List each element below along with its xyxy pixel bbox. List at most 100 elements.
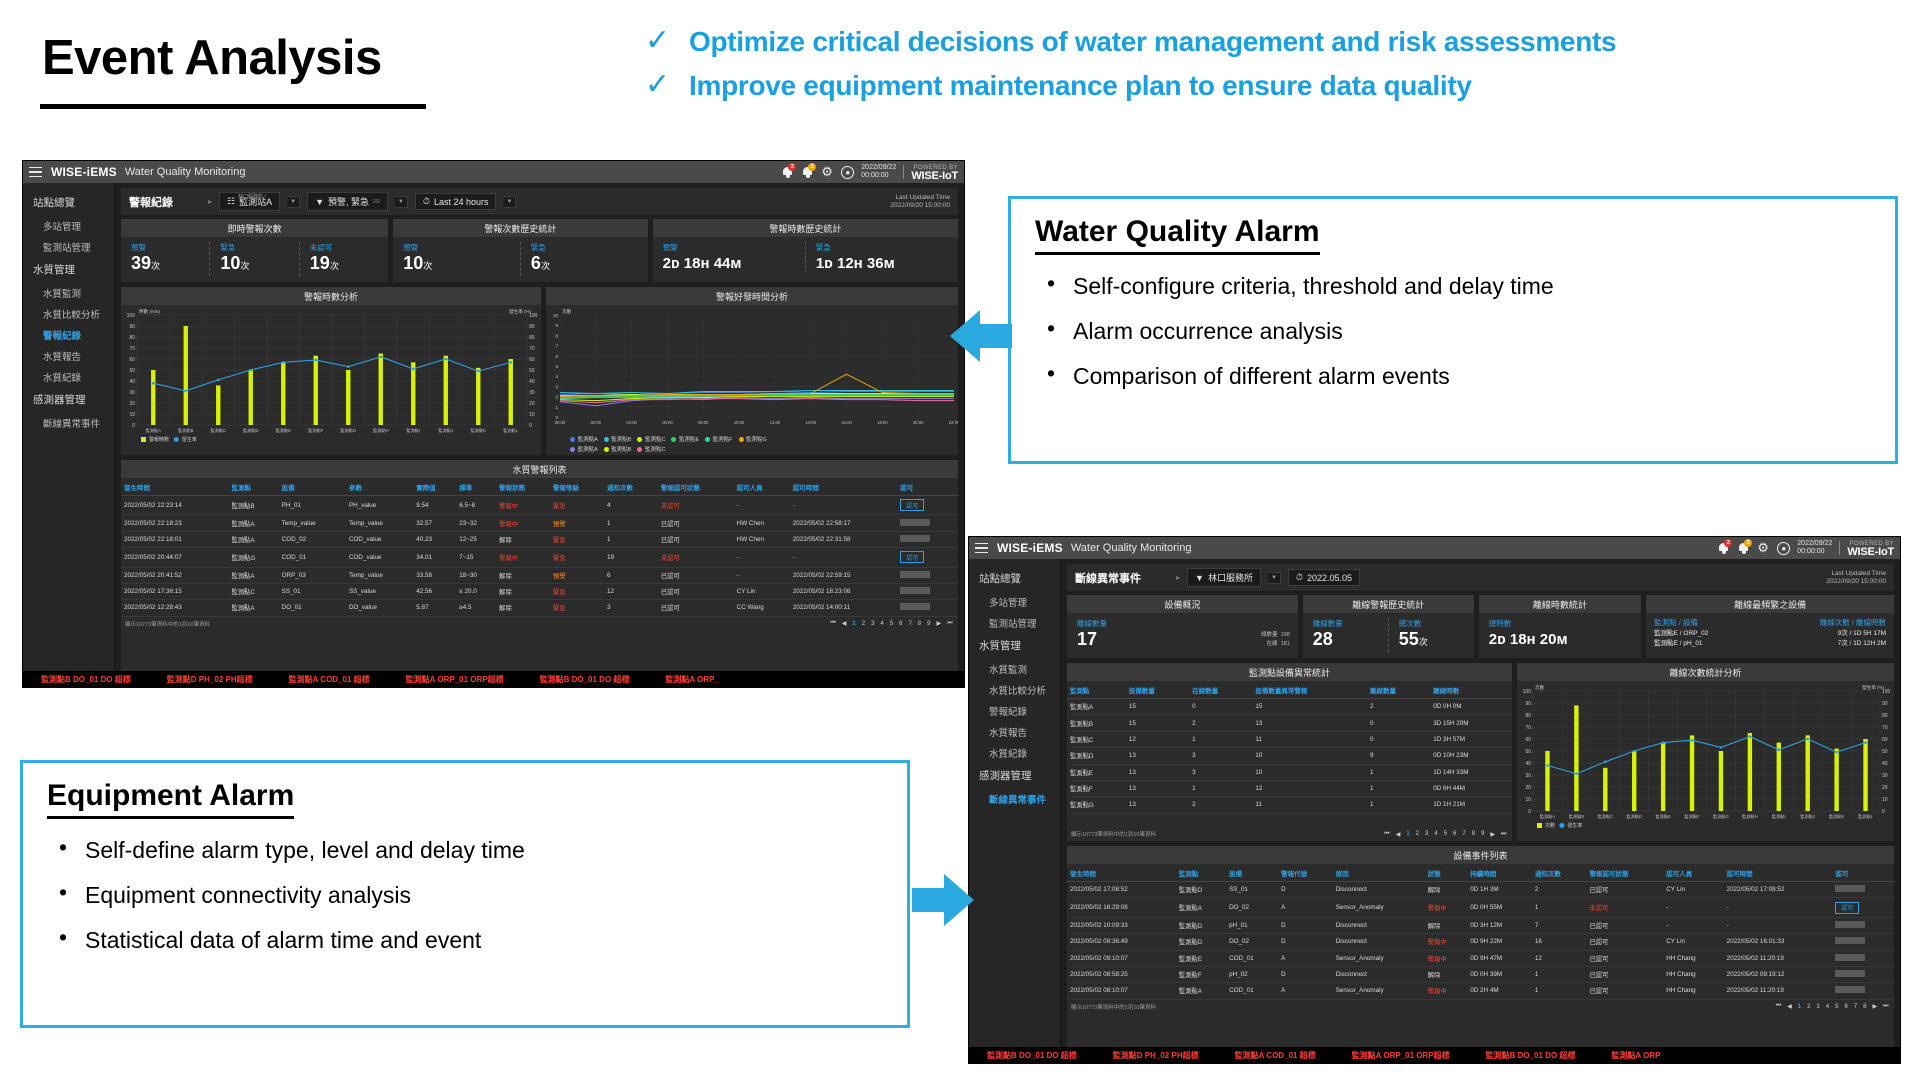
pager-page[interactable]: 6 [1452,831,1458,837]
pager-page[interactable]: 8 [1862,1004,1868,1010]
pager-page[interactable]: 7 [907,621,913,627]
table-row[interactable]: 監測點C 12 1 11 0 1D 3H 57M [1067,731,1512,749]
warning-bell-icon[interactable]: 2 [801,163,817,179]
pager-first[interactable]: ⏮ [1383,831,1391,838]
acknowledge-button[interactable]: 認可 [1835,901,1860,914]
hamburger-icon[interactable] [29,166,42,178]
table-cell[interactable] [1832,933,1894,951]
pager-page[interactable]: 2 [860,621,866,627]
table-row[interactable]: 2022/05/02 22:23:14 監測點B PH_01 PH_value 9.54… [121,495,958,516]
site-dropdown-arrow[interactable]: ▼ [1267,571,1281,584]
pager-page[interactable]: 3 [870,621,876,627]
pager-prev[interactable]: ◀ [840,620,848,627]
table-row[interactable]: 2022/05/02 16:29:08 監測點A DO_02 A Sensor_Anom… [1067,897,1894,918]
pager-page[interactable]: 4 [1824,1004,1830,1010]
table-cell[interactable] [1832,966,1894,984]
sidebar-item-wq-record[interactable]: 水質紀錄 [23,366,114,387]
sidebar-item-disconnect-event[interactable]: 斷線異常事件 [23,412,114,433]
sidebar-group-water-quality[interactable]: 水質管理 [23,257,114,282]
sidebar-item-disconnect-event[interactable]: 斷線異常事件 [969,788,1060,809]
equipment-event-table[interactable]: 發生時間 監測點 設備 警報代號 原因 狀態 持續時間 通知次數 警報認可狀態 認可人員 認可時間認… [1067,864,1894,1000]
sidebar-item-multi-site[interactable]: 多站管理 [969,591,1060,612]
table-pager[interactable]: ⏮ ◀ 1 2 3 4 5 6 7 8 9 ▶ ⏭ [829,620,954,627]
account-icon[interactable]: ● [1777,541,1791,555]
sidebar-item-wq-compare[interactable]: 水質比較分析 [969,679,1060,700]
pager-first[interactable]: ⏮ [829,620,837,627]
sidebar-item-wq-report[interactable]: 水質報告 [23,345,114,366]
table-row[interactable]: 2022/05/02 17:36:15 監測點C SS_01 SS_value 42.5… [121,583,958,601]
table-row[interactable]: 2022/05/02 22:18:23 監測點A Temp_value Temp_va… [121,514,958,532]
equipment-anomaly-table[interactable]: 監測點 設備數量 在線數量 設備數量異常警報 離線數量 離線時數 監測點A 15 0 15 2 0D … [1067,681,1512,814]
sidebar-item-wq-report[interactable]: 水質報告 [969,721,1060,742]
pager-last[interactable]: ⏭ [946,620,954,627]
pager-page[interactable]: 5 [1442,831,1448,837]
table-cell[interactable] [1832,950,1894,967]
table-cell[interactable] [897,583,958,601]
sidebar-item-alarm-log[interactable]: 警報紀錄 [23,324,114,345]
table-row[interactable]: 2022/05/02 09:36:49 監測點D DO_02 D Disconnect 警… [1067,933,1894,951]
sidebar-item-station-mgmt[interactable]: 監測站管理 [23,236,114,257]
acknowledge-button[interactable]: 認可 [900,551,925,564]
table-pager[interactable]: ⏮ ◀ 1 2 3 4 5 6 7 8 9 ▶ ⏭ [1383,831,1508,838]
time-dropdown-arrow[interactable]: ▼ [503,195,517,208]
pager-last[interactable]: ⏭ [1500,831,1508,838]
table-cell[interactable]: 認可 [897,547,958,568]
site-dropdown-arrow[interactable]: ▼ [287,195,301,208]
sidebar-group-site-overview[interactable]: 站點總覽 [23,190,114,215]
dash1-sidebar[interactable]: 站點總覽 多站管理 監測站管理 水質管理 水質監測 水質比較分析 警報紀錄 水質… [23,183,115,687]
acknowledge-button[interactable]: 認可 [900,499,925,512]
table-row[interactable]: 監測點F 13 1 12 1 0D 6H 44M [1067,780,1512,798]
pager-next[interactable]: ▶ [1489,831,1497,838]
sidebar-item-wq-record[interactable]: 水質紀錄 [969,742,1060,763]
table-row[interactable]: 2022/05/02 09:10:07 監測點E COD_01 A Sensor_Ano… [1067,950,1894,967]
table-cell[interactable] [1832,881,1894,899]
pager-prev[interactable]: ◀ [1394,831,1402,838]
table-row[interactable]: 2022/05/02 17:08:52 監測點D SS_01 D Disconnect 解… [1067,881,1894,899]
pager-page[interactable]: 8 [1470,831,1476,837]
pager-page[interactable]: 5 [1834,1004,1840,1010]
sidebar-item-wq-monitor[interactable]: 水質監測 [23,282,114,303]
table-pager[interactable]: ⏮ ◀ 1 2 3 4 5 6 7 8 ▶ ⏭ [1774,1003,1890,1010]
table-row[interactable]: 監測點D 13 3 10 9 0D 10H 23M [1067,747,1512,765]
site-filter-chip[interactable]: ▼ 林口服務所 [1187,568,1261,587]
table-row[interactable]: 2022/05/02 20:44:07 監測點G COD_01 COD_value 34… [121,547,958,568]
warning-bell-icon[interactable]: 2 [1737,539,1753,555]
table-row[interactable]: 2022/05/02 08:58:25 監測點F pH_02 D Disconnect 解… [1067,966,1894,984]
pager-last[interactable]: ⏭ [1882,1003,1890,1010]
table-cell[interactable] [897,531,958,549]
alert-bell-icon[interactable]: 2 [781,163,797,179]
sidebar-item-wq-compare[interactable]: 水質比較分析 [23,303,114,324]
sidebar-item-alarm-log[interactable]: 警報紀錄 [969,700,1060,721]
pager-first[interactable]: ⏮ [1774,1003,1782,1010]
pager-page[interactable]: 7 [1461,831,1467,837]
equipment-alarm-dashboard[interactable]: WISE-iEMS Water Quality Monitoring 2 2 ⚙… [968,536,1901,1064]
account-icon[interactable]: ● [841,165,855,179]
pager-page[interactable]: 1 [1405,831,1411,837]
time-range-chip[interactable]: ⏱ Last 24 hours [414,193,497,210]
table-row[interactable]: 監測點B 15 2 13 0 3D 15H 20M [1067,714,1512,732]
alert-bell-icon[interactable]: 2 [1717,539,1733,555]
pager-page[interactable]: 1 [1796,1004,1802,1010]
hamburger-icon[interactable] [975,542,988,554]
dash2-sidebar[interactable]: 站點總覽 多站管理 監測站管理 水質管理 水質監測 水質比較分析 警報紀錄 水質… [969,559,1061,1063]
pager-next[interactable]: ▶ [935,620,943,627]
table-row[interactable]: 監測點G 13 2 11 1 1D 1H 21M [1067,796,1512,814]
sidebar-item-multi-site[interactable]: 多站管理 [23,215,114,236]
table-row[interactable]: 2022/05/02 08:10:07 監測點A COD_01 A Sensor_Ano… [1067,982,1894,1000]
table-row[interactable]: 2022/05/02 20:41:52 監測點A ORP_03 Temp_value 3… [121,567,958,584]
gear-icon[interactable]: ⚙ [821,165,834,179]
level-filter-chip[interactable]: ▼ 預警, 緊急 2/2 [307,192,388,211]
pager-page[interactable]: 4 [1433,831,1439,837]
table-cell[interactable] [897,599,958,617]
table-cell[interactable] [1832,917,1894,935]
sidebar-item-station-mgmt[interactable]: 監測站管理 [969,612,1060,633]
pager-page[interactable]: 7 [1852,1004,1858,1010]
table-cell[interactable] [1832,982,1894,1000]
pager-prev[interactable]: ◀ [1786,1003,1794,1010]
table-row[interactable]: 監測點E 13 3 10 1 1D 14H 33M [1067,764,1512,781]
sidebar-group-site-overview[interactable]: 站點總覽 [969,566,1060,591]
pager-page[interactable]: 8 [916,621,922,627]
table-cell[interactable] [897,567,958,584]
sidebar-group-sensor-mgmt[interactable]: 感測器管理 [969,763,1060,788]
pager-page[interactable]: 9 [926,621,932,627]
